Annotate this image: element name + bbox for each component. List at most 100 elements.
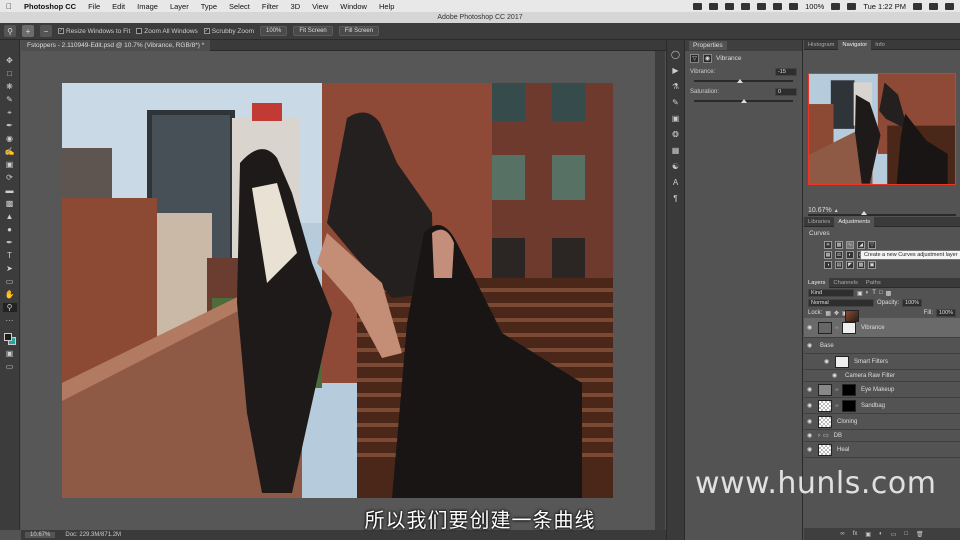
flag-icon[interactable] [847,2,857,10]
tab-adjustments[interactable]: Adjustments [834,216,875,227]
healing-tool-icon[interactable]: ◉ [3,134,17,143]
curves-icon[interactable]: ∿ [846,241,854,249]
document-photo[interactable] [62,83,613,498]
layer-camera-raw[interactable]: ◉ Camera Raw Filter [804,370,960,382]
lasso-tool-icon[interactable]: ❋ [3,82,17,91]
brushes-icon[interactable]: ✎ [670,98,681,108]
filter-adjustment-icon[interactable]: ◐ [866,290,870,296]
menu-app[interactable]: Photoshop CC [18,2,82,11]
character-icon[interactable]: A [670,178,681,188]
layer-sandbag[interactable]: ◉ ∞ Sandbag [804,398,960,414]
menu-select[interactable]: Select [223,2,256,11]
filter-type-icon[interactable]: T [872,290,876,296]
threshold-icon[interactable]: ◤ [846,261,854,269]
opacity-input[interactable]: 100% [902,299,923,307]
path-select-tool-icon[interactable]: ➤ [3,264,17,273]
visibility-eye-icon[interactable]: ◉ [807,446,815,453]
hand-tool-icon[interactable]: ✋ [3,290,17,299]
type-tool-icon[interactable]: T [3,251,17,260]
link-icon[interactable]: ∞ [835,387,839,393]
people-icon[interactable]: ☯ [670,162,681,172]
visibility-eye-icon[interactable]: ◉ [807,402,815,409]
vibrance-value-input[interactable]: -15 [775,68,797,76]
layer-eye-makeup[interactable]: ◉ ∞ Eye Makeup [804,382,960,398]
layer-smart-filters[interactable]: ◉ Smart Filters [804,354,960,370]
zoom-tool-icon[interactable]: ⚲ [4,25,16,37]
menu-type[interactable]: Type [195,2,223,11]
menu-view[interactable]: View [306,2,334,11]
fit-screen-button[interactable]: Fit Screen [293,26,333,36]
layer-group-db[interactable]: ◉ › ▭ DB [804,430,960,442]
layer-mask-thumbnail[interactable] [842,399,856,412]
100-percent-button[interactable]: 100% [260,26,288,36]
tab-navigator[interactable]: Navigator [838,39,872,50]
more-tools-icon[interactable]: ··· [3,316,17,325]
wifi-icon[interactable] [773,2,783,10]
filter-shape-icon[interactable]: □ [879,290,883,296]
actions-icon[interactable]: ▶ [670,66,681,76]
blend-mode-select[interactable]: Normal [808,299,874,307]
move-tool-icon[interactable]: ✥ [3,56,17,65]
visibility-eye-icon[interactable]: ◉ [832,372,840,379]
visibility-eye-icon[interactable]: ◉ [807,386,815,393]
zoom-all-checkbox[interactable]: Zoom All Windows [136,28,198,35]
vertical-scrollbar[interactable] [655,51,665,530]
timer-icon[interactable] [725,2,735,10]
gradient-map-icon[interactable]: ▩ [857,261,865,269]
foreground-color-swatch[interactable] [3,333,12,341]
navigator-zoom-value[interactable]: 10.67% [808,207,832,214]
group-chevron-icon[interactable]: › [818,433,820,439]
tab-paths[interactable]: Paths [862,278,885,288]
eraser-tool-icon[interactable]: ▬ [3,186,17,195]
document-tab[interactable]: Fstoppers - 2.110949-Edit.psd @ 10.7% (V… [21,40,211,51]
filter-smart-icon[interactable]: ▩ [886,290,892,297]
fill-screen-button[interactable]: Fill Screen [338,26,380,36]
clock[interactable]: Tue 1:22 PM [863,2,906,11]
screen-mode-icon[interactable]: ▭ [3,362,17,371]
visibility-eye-icon[interactable]: ◉ [824,358,832,365]
bluetooth-icon[interactable] [757,2,767,10]
saturation-slider-track[interactable] [694,99,793,103]
menu-edit[interactable]: Edit [106,2,131,11]
fill-input[interactable]: 100% [936,309,956,317]
history-icon[interactable]: ◯ [670,50,681,60]
vibrance-adjust-icon[interactable]: ▽ [868,241,876,249]
tab-histogram[interactable]: Histogram [804,40,838,50]
lock-pixels-icon[interactable]: ▦ [825,310,831,317]
color-swatches[interactable] [3,333,16,345]
lock-position-icon[interactable]: ✥ [834,310,839,317]
visibility-eye-icon[interactable]: ◉ [807,432,815,439]
apple-icon[interactable]:  [0,2,18,11]
black-white-icon[interactable]: ◐ [846,251,854,259]
navigator-zoom-thumb[interactable] [861,211,868,215]
quick-select-tool-icon[interactable]: ✎ [3,95,17,104]
layer-base[interactable]: ◉ Base [804,310,960,354]
clone-source-icon[interactable]: ⚗ [670,82,681,92]
eyedropper-tool-icon[interactable]: ✒ [3,121,17,130]
properties-tab[interactable]: Properties [689,41,727,50]
marquee-tool-icon[interactable]: □ [3,69,17,78]
zoom-tool-icon[interactable]: ⚲ [2,303,17,312]
hue-sat-icon[interactable]: ▦ [824,251,832,259]
color-balance-icon[interactable]: ⚖ [835,251,843,259]
visibility-eye-icon[interactable]: ◉ [807,342,815,349]
gradient-tool-icon[interactable]: ▩ [3,199,17,208]
pen-tool-icon[interactable]: ✒ [3,238,17,247]
scrubby-zoom-checkbox[interactable]: ✓ Scrubby Zoom [203,28,254,35]
exposure-icon[interactable]: ◢ [857,241,865,249]
saturation-value-input[interactable]: 0 [775,88,797,96]
crop-tool-icon[interactable]: ⌖ [3,108,17,117]
tab-channels[interactable]: Channels [829,278,862,288]
layer-mask-thumbnail[interactable] [842,383,856,396]
menu-file[interactable]: File [82,2,106,11]
selective-color-icon[interactable]: ▣ [868,261,876,269]
saturation-slider-thumb[interactable] [740,99,747,103]
shape-tool-icon[interactable]: ▭ [3,277,17,286]
menu-help[interactable]: Help [373,2,400,11]
visibility-eye-icon[interactable]: ◉ [807,324,815,331]
layer-mask-icon[interactable]: ◉ [703,54,712,63]
menu-window[interactable]: Window [334,2,373,11]
levels-icon[interactable]: ▩ [835,241,843,249]
filter-pixel-icon[interactable]: ▣ [857,290,863,297]
layer-vibrance[interactable]: ◉ ∞ Vibrance [804,318,960,338]
